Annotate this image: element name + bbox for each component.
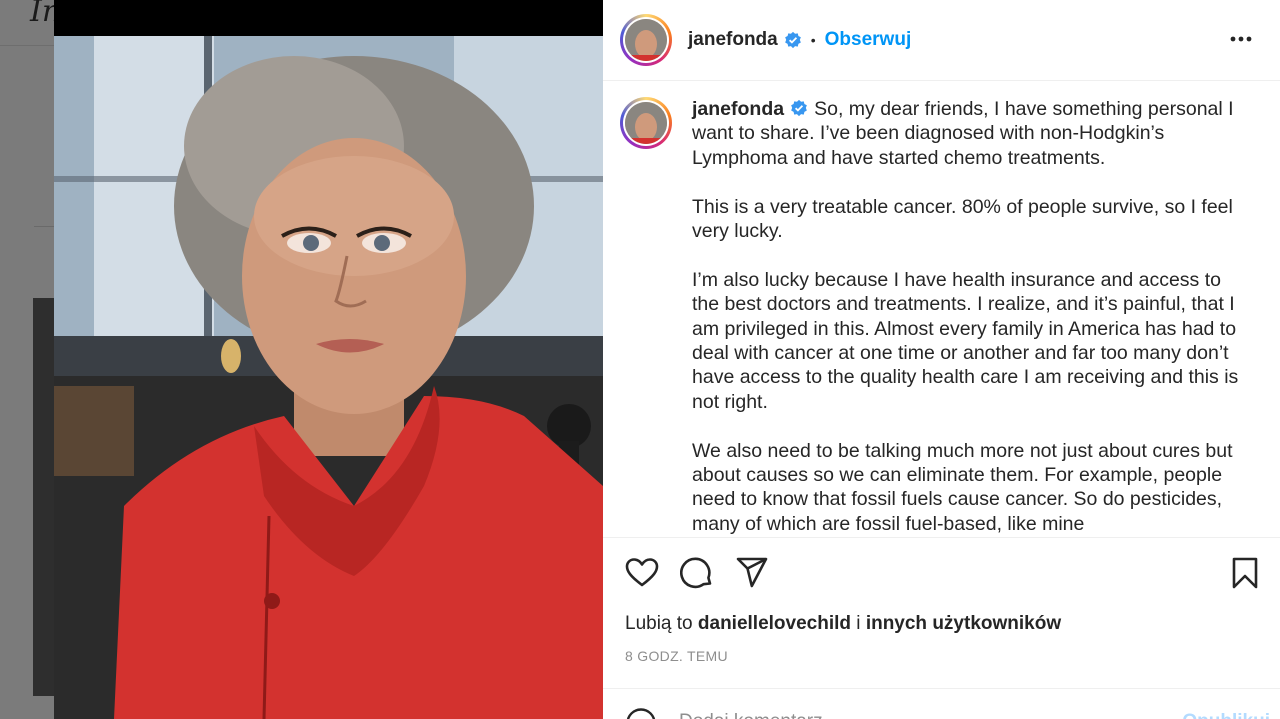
author-username[interactable]: janefonda: [688, 29, 778, 51]
post-photo[interactable]: [54, 36, 603, 719]
verified-badge-icon: [784, 31, 801, 49]
post-details-panel: janefonda • Obserwuj janefonda So, my dea…: [603, 0, 1280, 719]
separator-dot: •: [810, 32, 816, 48]
likes-summary: Lubią to daniellelovechild i innych użyt…: [625, 613, 1061, 635]
author-avatar[interactable]: [620, 14, 672, 66]
liked-by-user-link[interactable]: daniellelovechild: [698, 613, 851, 634]
action-icons-row: [625, 555, 1260, 591]
caption: janefonda So, my dear friends, I have som…: [620, 97, 1240, 537]
post-timestamp[interactable]: 8 GODZ. TEMU: [625, 648, 728, 664]
add-comment-row: Dodaj komentarz... Opublikuj: [603, 688, 1280, 719]
caption-paragraph: I’m also lucky because I have health ins…: [692, 268, 1239, 413]
post-header: janefonda • Obserwuj: [603, 0, 1280, 81]
share-icon[interactable]: [735, 556, 769, 590]
caption-paragraph: We also need to be talking much more not…: [692, 439, 1233, 535]
more-options-icon[interactable]: [1228, 26, 1254, 52]
likes-joiner: i: [856, 613, 861, 634]
publish-button[interactable]: Opublikuj: [1182, 711, 1270, 719]
post-media: [54, 0, 603, 719]
follow-button[interactable]: Obserwuj: [825, 29, 912, 51]
verified-badge-icon: [791, 99, 807, 117]
background-divider: [34, 226, 54, 227]
caption-intro-paragraph: janefonda So, my dear friends, I have som…: [692, 97, 1240, 170]
post-actions-section: Lubią to daniellelovechild i innych użyt…: [603, 537, 1280, 719]
caption-author-avatar[interactable]: [620, 97, 672, 149]
caption-author-username[interactable]: janefonda: [692, 98, 784, 120]
comment-icon[interactable]: [680, 556, 714, 590]
emoji-icon[interactable]: [625, 707, 657, 719]
likes-others-link[interactable]: innych użytkowników: [866, 613, 1061, 634]
caption-paragraph: This is a very treatable cancer. 80% of …: [692, 195, 1233, 243]
background-card: [33, 298, 55, 696]
likes-prefix: Lubią to: [625, 613, 693, 634]
caption-text: janefonda So, my dear friends, I have som…: [692, 97, 1240, 537]
heart-icon[interactable]: [625, 556, 659, 590]
bookmark-icon[interactable]: [1228, 556, 1262, 590]
add-comment-input[interactable]: Dodaj komentarz...: [679, 711, 838, 719]
caption-scroll-area[interactable]: janefonda So, my dear friends, I have som…: [603, 81, 1280, 537]
post-modal: janefonda • Obserwuj janefonda So, my dea…: [54, 0, 1280, 719]
